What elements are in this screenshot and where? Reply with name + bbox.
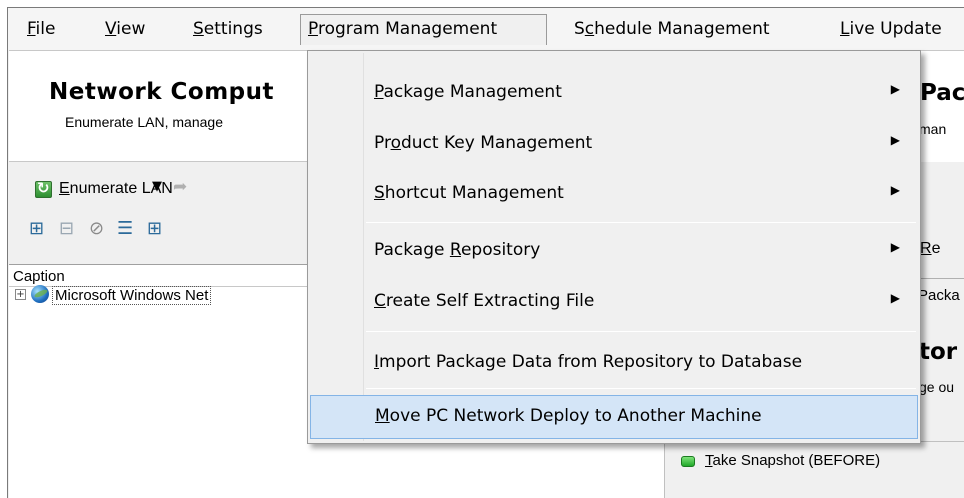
refresh-icon[interactable]	[35, 179, 52, 198]
menu-settings[interactable]: Settings	[186, 14, 270, 45]
caption-label: Caption	[13, 268, 65, 285]
tree-toolbar: ⊞ ⊟ ⊘ ☰ ⊞	[9, 213, 309, 243]
forward-icon[interactable]: ➦	[173, 177, 187, 197]
dropdown-arrow-icon[interactable]: ▼	[152, 179, 162, 194]
submenu-arrow-icon: ▶	[890, 291, 900, 305]
menu-view[interactable]: View	[98, 14, 152, 45]
menu-separator	[366, 222, 916, 223]
right-panel-subtitle: man	[919, 121, 947, 137]
menu-file[interactable]: File	[20, 14, 62, 45]
expand-icon[interactable]: +	[15, 289, 26, 300]
menu-item-package-management[interactable]: Package Management ▶	[310, 71, 918, 115]
tree-icon[interactable]: ⊞	[147, 218, 162, 239]
menu-item-shortcut-management[interactable]: Shortcut Management ▶	[310, 172, 918, 216]
program-management-dropdown: Package Management ▶ Product Key Managem…	[307, 50, 921, 444]
menu-item-create-self-extracting-file[interactable]: Create Self Extracting File ▶	[310, 280, 918, 324]
globe-icon	[31, 285, 49, 303]
left-panel-subtitle: Enumerate LAN, manage	[65, 114, 223, 130]
menu-item-package-repository[interactable]: Package Repository ▶	[310, 229, 918, 273]
remove-node-icon[interactable]: ⊟	[59, 218, 74, 239]
submenu-arrow-icon: ▶	[890, 240, 900, 254]
menu-bar: File View Settings Program Management Sc…	[8, 8, 964, 50]
menu-separator	[366, 388, 916, 389]
menu-item-move-pc-network-deploy[interactable]: Move PC Network Deploy to Another Machin…	[310, 395, 918, 439]
right-tab-label[interactable]: Packa	[918, 287, 960, 304]
snapshot-toolbar: Take Snapshot (BEFORE)	[664, 441, 964, 498]
right-section-subtitle: ge ou	[919, 379, 955, 395]
menu-item-product-key-management[interactable]: Product Key Management ▶	[310, 122, 918, 166]
menu-program-management[interactable]: Program Management	[300, 14, 547, 45]
application-window: File View Settings Program Management Sc…	[7, 7, 964, 498]
menu-live-update[interactable]: Live Update	[833, 14, 949, 45]
tree-item-microsoft-windows-network[interactable]: Microsoft Windows Net	[52, 286, 212, 305]
list-icon[interactable]: ☰	[117, 218, 133, 239]
menu-separator	[366, 331, 916, 332]
block-icon[interactable]: ⊘	[89, 218, 104, 239]
submenu-arrow-icon: ▶	[890, 183, 900, 197]
submenu-arrow-icon: ▶	[890, 133, 900, 147]
take-snapshot-button[interactable]: Take Snapshot (BEFORE)	[681, 452, 880, 476]
right-toolbar-button[interactable]: Re	[920, 240, 940, 258]
caption-column-header[interactable]: Caption	[9, 265, 309, 287]
left-panel-title: Network Comput	[49, 79, 275, 105]
menu-schedule-management[interactable]: Schedule Management	[567, 14, 777, 45]
right-panel-title: Pac	[920, 80, 964, 106]
add-node-icon[interactable]: ⊞	[29, 218, 44, 239]
left-panel-header: Network Comput Enumerate LAN, manage	[9, 50, 309, 162]
left-toolbar: Enumerate LAN ▼ ➦	[9, 172, 309, 206]
green-status-icon	[681, 455, 695, 467]
right-section-title: tor	[919, 339, 958, 365]
submenu-arrow-icon: ▶	[890, 82, 900, 96]
menu-item-import-package-data[interactable]: Import Package Data from Repository to D…	[310, 341, 918, 385]
